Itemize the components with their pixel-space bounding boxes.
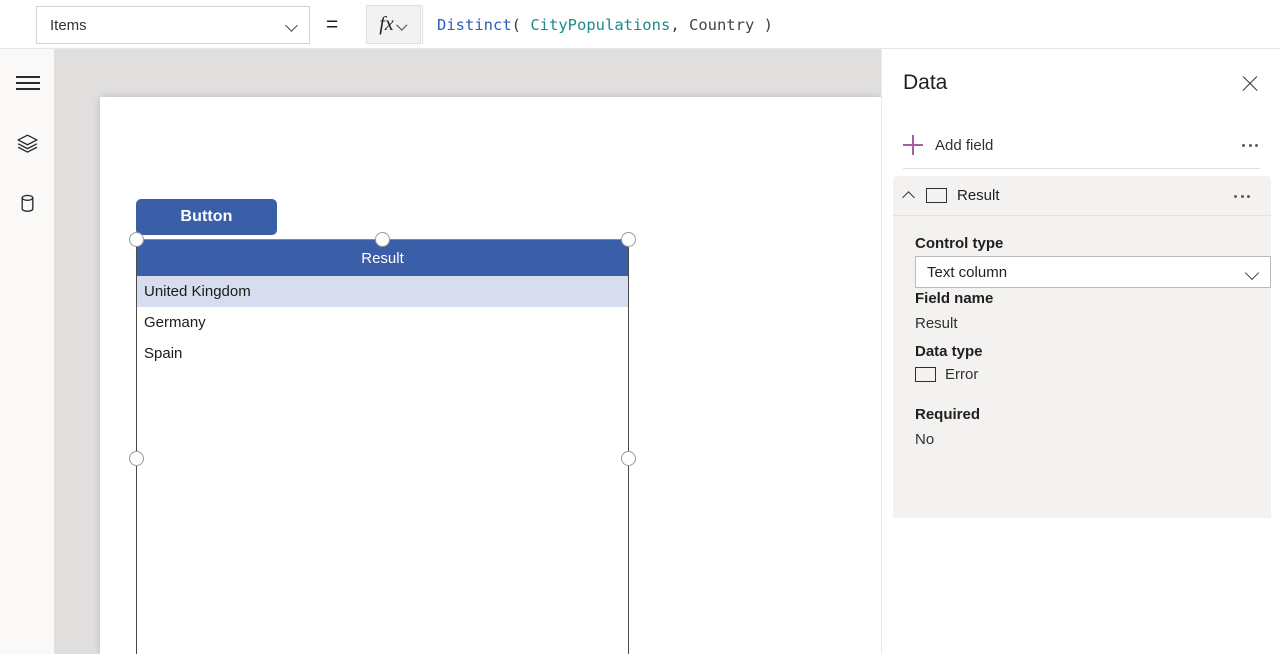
hamburger-icon [15,75,40,91]
required-value: No [915,431,935,448]
property-dropdown-value: Items [50,16,87,34]
text-column-icon [915,367,936,382]
more-options-icon[interactable] [1229,189,1255,203]
required-label: Required [915,406,981,423]
property-dropdown[interactable]: Items [36,6,310,44]
add-field-button[interactable]: Add field [882,122,1280,168]
gallery-cell-value: United Kingdom [144,283,251,300]
plus-icon [903,135,923,155]
formula-token-close-paren: ) [754,15,773,34]
rail-item-tree-view[interactable] [0,118,55,168]
control-type-label: Control type [915,235,1004,252]
field-name-title: Result [957,187,1000,204]
canvas-area[interactable]: Button Result United Kingdom Germany Spa… [55,49,881,654]
button-control[interactable]: Button [136,199,277,235]
layers-icon [17,133,38,153]
chevron-up-icon[interactable] [902,191,915,200]
rail-item-data-sources[interactable] [0,178,55,228]
chevron-down-icon [397,21,408,28]
panel-title: Data [903,71,948,94]
gallery-cell-value: Spain [144,345,183,362]
text-column-icon [926,188,947,203]
database-icon [21,194,34,212]
fx-icon: fx [379,13,394,35]
chevron-down-icon [286,21,299,29]
gallery-row[interactable]: Germany [137,307,628,338]
chevron-down-icon [1245,268,1260,277]
resize-handle-top-center[interactable] [374,231,390,247]
field-header[interactable]: Result [893,176,1271,216]
formula-token-table: CityPopulations [530,15,671,34]
add-field-label: Add field [935,136,994,154]
formula-input[interactable]: Distinct( CityPopulations, Country ) [422,5,1280,44]
rail-item-menu[interactable] [0,58,55,108]
resize-handle-top-left[interactable] [128,231,144,247]
control-type-value: Text column [927,263,1008,281]
gallery-control[interactable]: Result United Kingdom Germany Spain [136,239,629,654]
more-options-icon[interactable] [1237,138,1263,152]
resize-handle-middle-right[interactable] [620,450,636,466]
formula-token-column: Country [688,15,755,34]
gallery-row[interactable]: Spain [137,338,628,369]
data-type-label: Data type [915,343,983,360]
data-type-value: Error [945,366,979,383]
resize-handle-middle-left[interactable] [128,450,144,466]
app-screen[interactable]: Button Result United Kingdom Germany Spa… [100,97,881,654]
field-name-label: Field name [915,290,994,307]
field-name-value: Result [915,315,958,332]
gallery-cell-value: Germany [144,314,206,331]
data-type-row: Error [915,366,978,383]
gallery-header-label: Result [361,249,404,267]
control-type-dropdown[interactable]: Text column [915,256,1271,288]
equals-sign: = [326,13,339,36]
fx-button[interactable]: fx [366,5,421,44]
left-rail [0,49,55,654]
formula-token-open-paren: ( [511,15,531,34]
formula-token-comma: , [670,15,689,34]
divider [903,168,1260,169]
formula-token-function: Distinct [437,15,512,34]
gallery-row[interactable]: United Kingdom [137,276,628,307]
button-label: Button [180,208,233,225]
data-panel: Data Add field Result Control type Text … [881,49,1280,654]
formula-bar: Items = fx Distinct( CityPopulations, Co… [0,0,1280,49]
close-icon[interactable] [1238,72,1262,96]
resize-handle-top-right[interactable] [620,231,636,247]
field-card: Result Control type Text column Field na… [893,176,1271,518]
